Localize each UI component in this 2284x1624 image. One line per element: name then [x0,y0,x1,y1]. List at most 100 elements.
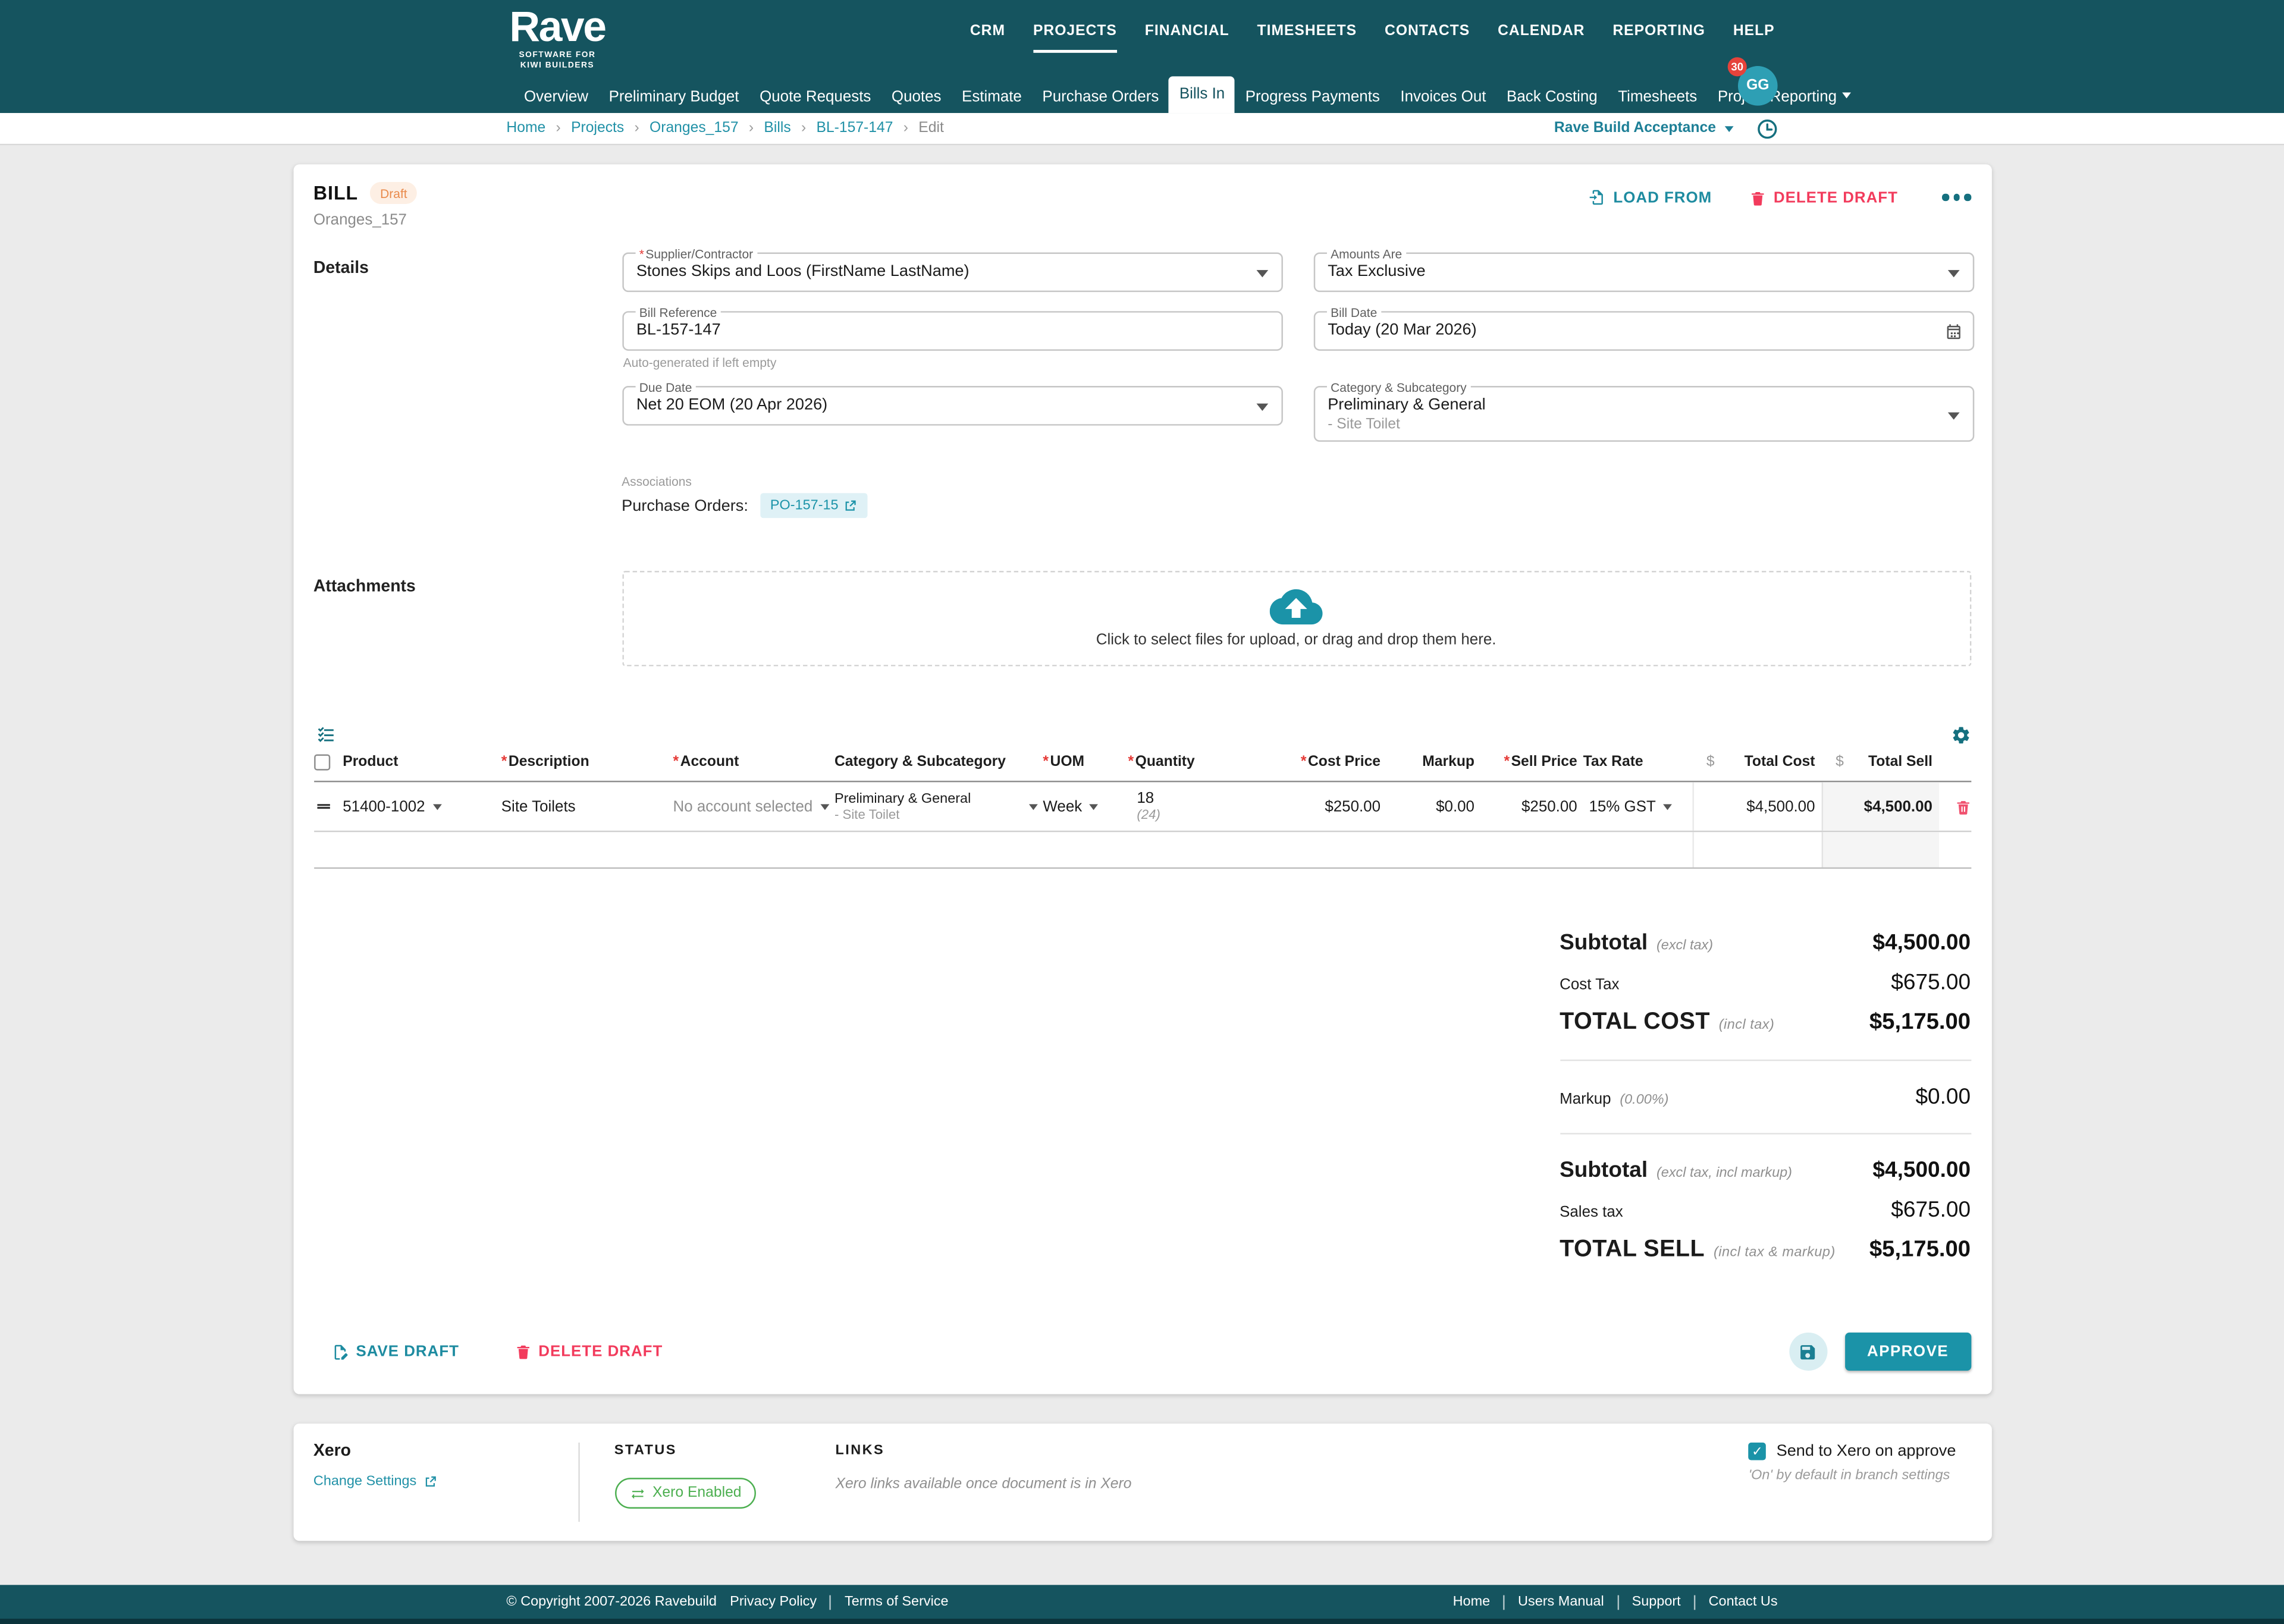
quick-save-floppy-icon[interactable] [1789,1332,1828,1371]
bill-reference-input[interactable]: Bill Reference BL-157-147 [622,305,1282,351]
subtotal-cost-label: Subtotal (excl tax) [1560,930,1714,956]
footer-users-manual-link[interactable]: Users Manual [1518,1594,1604,1610]
logo-subtitle: SOFTWARE FOR KIWI BUILDERS [519,51,596,71]
drag-handle-icon[interactable] [313,797,343,816]
nav-reporting[interactable]: REPORTING [1612,23,1705,39]
markup-label: Markup (0.00%) [1560,1090,1669,1108]
tab-overview[interactable]: Overview [514,81,599,113]
crumb-bill-ref[interactable]: BL-157-147 [816,120,893,136]
tab-quotes[interactable]: Quotes [881,81,952,113]
tab-quote-requests[interactable]: Quote Requests [749,81,881,113]
bill-date-input[interactable]: Bill Date Today (20 Mar 2026) [1313,305,1974,351]
workflow-selector[interactable]: Rave Build Acceptance [1554,120,1734,137]
delete-draft-top-button[interactable]: DELETE DRAFT [1750,189,1898,206]
dropzone-text: Click to select files for upload, or dra… [1096,631,1496,649]
tab-progress-payments[interactable]: Progress Payments [1235,81,1390,113]
dot-icon [1941,194,1949,201]
file-dropzone[interactable]: Click to select files for upload, or dra… [622,571,1971,667]
xero-title: Xero [313,1442,352,1460]
chevron-down-icon [1256,270,1268,278]
xero-change-settings-link[interactable]: Change Settings [313,1474,578,1490]
more-options-button[interactable] [1941,194,1971,201]
sync-icon [629,1486,645,1501]
cell-description[interactable]: Site Toilets [501,797,673,815]
calendar-icon[interactable] [1944,323,1962,341]
amounts-are-select[interactable]: Amounts Are Tax Exclusive [1313,246,1974,293]
crumb-projects[interactable]: Projects [571,120,624,136]
cell-uom[interactable]: Week [1043,797,1128,815]
crumb-edit: Edit [918,120,944,137]
tab-invoices-out[interactable]: Invoices Out [1390,81,1496,113]
cell-sell-price[interactable]: $250.00 [1480,797,1583,815]
footer-contact-us-link[interactable]: Contact Us [1709,1594,1778,1610]
crumb-home[interactable]: Home [506,120,545,136]
nav-calendar[interactable]: CALENDAR [1498,23,1585,39]
page-title: BILL [313,182,359,205]
nav-financial[interactable]: FINANCIAL [1145,23,1229,39]
rave-logo[interactable]: Rave SOFTWARE FOR KIWI BUILDERS [509,6,607,72]
tab-project-reporting[interactable]: Project Reporting [1708,81,1862,113]
crumb-project[interactable]: Oranges_157 [650,120,739,136]
cell-quantity[interactable]: 18 (24) [1128,790,1251,822]
col-markup: Markup [1422,754,1474,771]
tab-back-costing[interactable]: Back Costing [1496,81,1608,113]
load-from-button[interactable]: LOAD FROM [1588,188,1712,207]
tab-preliminary-budget[interactable]: Preliminary Budget [598,81,749,113]
chevron-down-icon [1256,403,1268,412]
nav-crm[interactable]: CRM [970,23,1005,39]
delete-draft-bottom-button[interactable]: DELETE DRAFT [515,1342,663,1361]
line-item-list-icon[interactable] [313,725,337,746]
cell-tax-rate[interactable]: 15% GST [1583,797,1692,815]
table-settings-gear-icon[interactable] [1950,725,1971,746]
breadcrumb: Home › Projects › Oranges_157 › Bills › BL-1… [506,120,943,136]
privacy-policy-link[interactable]: Privacy Policy [730,1594,817,1610]
tab-estimate[interactable]: Estimate [952,81,1032,113]
col-description: * Description [501,754,589,771]
breadcrumb-bar: Home › Projects › Oranges_157 › Bills › BL-1… [0,113,2284,146]
save-draft-button[interactable]: SAVE DRAFT [331,1342,459,1361]
cell-markup[interactable]: $0.00 [1386,797,1480,815]
approve-button[interactable]: APPROVE [1844,1332,1971,1371]
nav-timesheets[interactable]: TIMESHEETS [1257,23,1357,39]
tab-bills-in[interactable]: Bills In [1169,76,1235,114]
cell-account[interactable]: No account selected [673,797,834,815]
due-date-select[interactable]: Due Date Net 20 EOM (20 Apr 2026) [622,380,1282,426]
total-cost-label: TOTAL COST (incl tax) [1560,1009,1775,1035]
amounts-are-value: Tax Exclusive [1328,262,1426,281]
select-all-checkbox[interactable] [313,754,330,771]
delete-row-trash-icon[interactable] [1938,797,1971,815]
col-quantity: * Quantity [1128,754,1195,771]
bill-reference-helper: Auto-generated if left empty [623,355,777,370]
footer-support-link[interactable]: Support [1632,1594,1681,1610]
cell-category[interactable]: Preliminary & General - Site Toilet [834,791,1043,822]
nav-help[interactable]: HELP [1733,23,1775,39]
attachments-section-label: Attachments [313,578,416,596]
terms-of-service-link[interactable]: Terms of Service [845,1594,949,1610]
nav-contacts[interactable]: CONTACTS [1385,23,1470,39]
footer-home-link[interactable]: Home [1453,1594,1491,1610]
cell-product[interactable]: 51400-1002 [343,797,501,815]
dollar-icon: $ [1706,754,1715,771]
xero-status-label: STATUS [614,1442,677,1459]
trash-icon [515,1343,531,1361]
cloud-upload-icon [1269,589,1323,626]
category-select[interactable]: Category & Subcategory Preliminary & Gen… [1313,380,1974,442]
crumb-bills[interactable]: Bills [764,120,790,136]
cell-cost-price[interactable]: $250.00 [1251,797,1386,815]
user-avatar[interactable]: GG 30 [1727,57,1778,106]
subtotal-sell-value: $4,500.00 [1872,1158,1971,1183]
send-to-xero-checkbox[interactable]: ✓ Send to Xero on approve [1748,1442,1956,1460]
load-from-icon [1588,188,1606,207]
purchase-order-chip[interactable]: PO-157-15 [760,493,868,519]
nav-projects[interactable]: PROJECTS [1033,23,1118,53]
tab-purchase-orders[interactable]: Purchase Orders [1032,81,1169,113]
supplier-select[interactable]: * Supplier/Contractor Stones Skips and Lo… [622,246,1282,293]
col-product: Product [343,754,399,771]
due-date-value: Net 20 EOM (20 Apr 2026) [636,396,828,414]
history-clock-icon[interactable] [1757,118,1778,139]
tab-timesheets[interactable]: Timesheets [1608,81,1708,113]
project-name: Oranges_157 [313,211,407,229]
totals-panel: Subtotal (excl tax) $4,500.00 Cost Tax $6… [1560,931,1971,1264]
chevron-down-icon [1947,412,1959,420]
chevron-down-icon [1947,270,1959,278]
